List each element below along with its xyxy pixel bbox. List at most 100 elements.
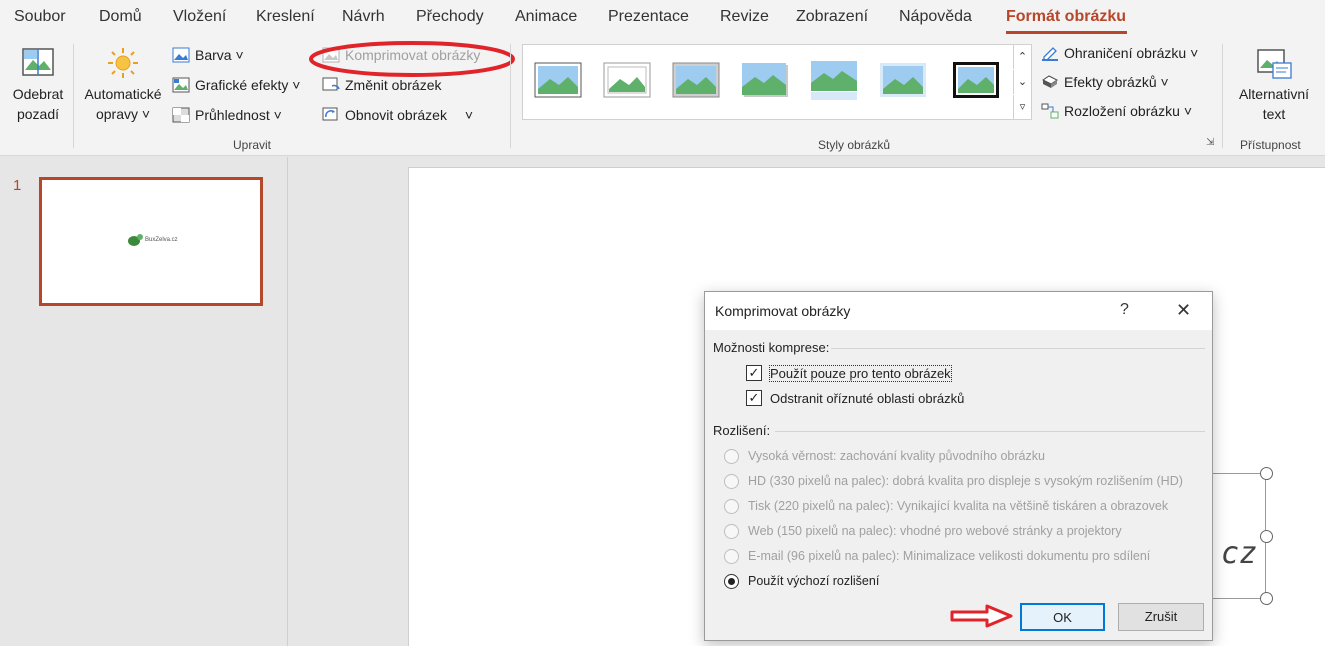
remove-background-icon — [22, 48, 54, 76]
dialog-title: Komprimovat obrázky — [715, 303, 851, 319]
resize-handle[interactable] — [1260, 530, 1273, 543]
radio-default-resolution[interactable] — [724, 574, 739, 589]
ok-button[interactable]: OK — [1020, 603, 1105, 631]
remove-background-button[interactable]: Odebrat pozadí — [6, 46, 70, 124]
picture-layout-label: Rozložení obrázku ˅ — [1064, 103, 1193, 119]
alt-text-label-1: Alternativní — [1238, 86, 1310, 102]
close-icon[interactable]: ✕ — [1176, 300, 1191, 321]
radio-label: Web (150 pixelů na palec): vhodné pro we… — [748, 524, 1122, 538]
picture-border-button[interactable]: Ohraničení obrázku ˅ — [1041, 45, 1198, 61]
corrections-button[interactable]: Automatické opravy ˅ — [78, 46, 168, 124]
dialog-launcher-icon[interactable]: ⇲ — [1206, 137, 1214, 148]
tab-prezentace[interactable]: Prezentace — [608, 8, 689, 26]
ribbon: Odebrat pozadí Automatické opravy ˅ Barv… — [0, 36, 1325, 156]
alt-text-button[interactable]: Alternativní text — [1228, 46, 1320, 124]
tab-vlozeni[interactable]: Vložení — [173, 8, 226, 26]
tab-navrh[interactable]: Návrh — [342, 8, 385, 26]
resize-handle[interactable] — [1260, 592, 1273, 605]
tab-prechody[interactable]: Přechody — [416, 8, 484, 26]
picture-effects-button[interactable]: Efekty obrázků ˅ — [1041, 74, 1169, 90]
tab-domu[interactable]: Domů — [99, 8, 142, 26]
reset-picture-icon — [322, 107, 338, 121]
turtle-logo-icon — [128, 234, 143, 246]
cancel-button[interactable]: Zrušit — [1118, 603, 1204, 631]
alt-text-label-2: text — [1262, 106, 1286, 122]
artistic-effects-button[interactable]: Grafické efekty ˅ — [172, 77, 300, 93]
resolution-label: Rozlišení: — [713, 423, 771, 438]
color-icon — [172, 47, 190, 63]
help-icon[interactable]: ? — [1120, 301, 1129, 319]
radio-high-fidelity[interactable] — [724, 449, 739, 464]
style-thumb-icon[interactable] — [533, 59, 583, 101]
remove-background-label-1: Odebrat — [12, 86, 64, 102]
resize-handle[interactable] — [1260, 467, 1273, 480]
delete-cropped-label[interactable]: Odstranit oříznuté oblasti obrázků — [770, 391, 964, 406]
group-label-accessibility: Přístupnost — [1240, 138, 1301, 152]
highlight-ellipse — [309, 41, 515, 77]
group-label-adjust: Upravit — [233, 138, 272, 152]
gallery-up-icon[interactable]: ⌃ — [1013, 45, 1031, 69]
corrections-label-2: opravy ˅ — [95, 106, 151, 122]
radio-web[interactable] — [724, 524, 739, 539]
transparency-button[interactable]: Průhlednost ˅ — [172, 107, 282, 123]
tab-soubor[interactable]: Soubor — [14, 8, 66, 26]
ribbon-tabs: Soubor Domů Vložení Kreslení Návrh Přech… — [0, 0, 1325, 36]
radio-hd[interactable] — [724, 474, 739, 489]
reset-picture-button[interactable]: Obnovit obrázek ˅ — [322, 107, 473, 123]
thumbnail-logo-text: BuxZelva.cz — [145, 237, 178, 243]
corrections-label-1: Automatické — [84, 86, 162, 102]
radio-label: Tisk (220 pixelů na palec): Vynikající k… — [748, 499, 1169, 513]
style-thumb-icon[interactable] — [671, 59, 721, 101]
separator — [73, 44, 74, 148]
dialog-titlebar: Komprimovat obrázky ? ✕ — [705, 292, 1212, 330]
radio-label: Použít výchozí rozlišení — [748, 574, 880, 588]
separator — [1222, 44, 1223, 148]
change-picture-label: Změnit obrázek — [345, 77, 442, 93]
tab-kresleni[interactable]: Kreslení — [256, 8, 315, 26]
picture-layout-button[interactable]: Rozložení obrázku ˅ — [1041, 103, 1192, 119]
red-arrow-icon — [950, 604, 1013, 628]
style-thumb-icon[interactable] — [602, 59, 652, 101]
change-picture-button[interactable]: Změnit obrázek — [322, 77, 441, 93]
style-thumb-icon[interactable] — [878, 59, 928, 101]
artistic-effects-label: Grafické efekty ˅ — [195, 77, 301, 93]
tab-revize[interactable]: Revize — [720, 8, 769, 26]
gallery-more-icon[interactable]: ▿ — [1013, 95, 1031, 119]
color-button[interactable]: Barva ˅ — [172, 47, 244, 63]
slide-thumbnails-pane: 1 BuxZelva.cz — [0, 157, 288, 646]
style-thumb-icon[interactable] — [951, 59, 1001, 101]
sun-icon — [108, 48, 138, 78]
reset-picture-dropdown[interactable]: ˅ — [465, 107, 473, 123]
color-label: Barva ˅ — [195, 47, 244, 63]
compress-pictures-dialog: Komprimovat obrázky ? ✕ Možnosti kompres… — [704, 291, 1213, 641]
active-tab-indicator — [1006, 31, 1127, 34]
delete-cropped-checkbox[interactable]: ✓ — [746, 390, 762, 406]
separator — [510, 44, 511, 148]
reset-picture-label: Obnovit obrázek — [345, 107, 447, 123]
pen-icon — [1042, 47, 1058, 61]
alt-text-icon — [1257, 49, 1292, 79]
style-thumb-icon[interactable] — [809, 59, 859, 101]
tab-format-obrazku[interactable]: Formát obrázku — [1006, 8, 1126, 26]
style-thumb-icon[interactable] — [740, 59, 790, 101]
radio-print[interactable] — [724, 499, 739, 514]
tab-napoveda[interactable]: Nápověda — [899, 8, 972, 26]
transparency-icon — [172, 107, 190, 123]
tab-zobrazeni[interactable]: Zobrazení — [796, 8, 868, 26]
radio-label: E-mail (96 pixelů na palec): Minimalizac… — [748, 549, 1151, 563]
slide-number: 1 — [13, 177, 22, 194]
gallery-down-icon[interactable]: ⌄ — [1013, 70, 1031, 94]
slide-thumbnail[interactable]: BuxZelva.cz — [39, 177, 263, 306]
divider — [775, 431, 1205, 432]
divider — [831, 348, 1205, 349]
picture-border-label: Ohraničení obrázku ˅ — [1064, 45, 1199, 61]
radio-email[interactable] — [724, 549, 739, 564]
tab-animace[interactable]: Animace — [515, 8, 577, 26]
radio-label: HD (330 pixelů na palec): dobrá kvalita … — [748, 474, 1183, 488]
apply-only-this-checkbox[interactable]: ✓ — [746, 365, 762, 381]
picture-effects-label: Efekty obrázků ˅ — [1064, 74, 1169, 90]
radio-label: Vysoká věrnost: zachování kvality původn… — [748, 449, 1045, 463]
apply-only-this-label[interactable]: Použít pouze pro tento obrázek — [769, 365, 952, 382]
change-picture-icon — [322, 77, 340, 91]
artistic-effects-icon — [172, 77, 190, 93]
